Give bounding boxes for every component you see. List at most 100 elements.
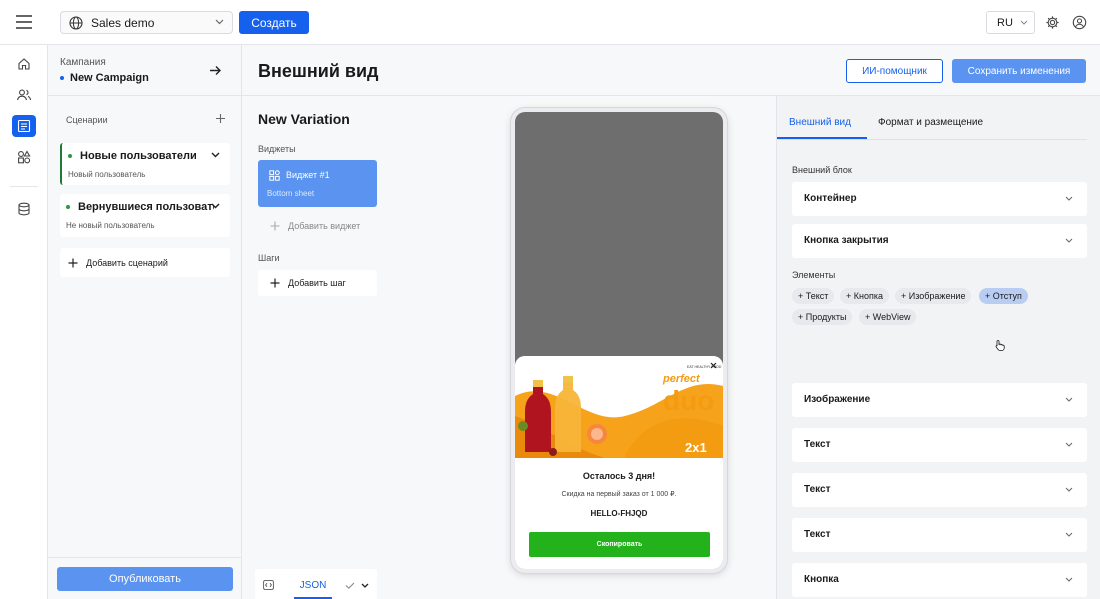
code-icon[interactable] — [263, 580, 274, 590]
steps-label: Шаги — [258, 253, 280, 263]
chevron-down-icon — [1065, 487, 1073, 492]
scenarios-label: Сценарии — [66, 115, 108, 125]
widget-card[interactable]: Виджет #1 Bottom sheet — [258, 160, 377, 207]
accordion-text-3[interactable]: Текст — [792, 518, 1087, 552]
campaign-name-text: New Campaign — [70, 72, 149, 84]
variation-title: New Variation — [258, 111, 350, 127]
home-icon[interactable] — [12, 53, 36, 75]
add-button-chip[interactable]: + Кнопка — [840, 288, 889, 304]
add-step-label: Добавить шаг — [288, 278, 346, 288]
add-step-button[interactable]: Добавить шаг — [258, 270, 377, 296]
chevron-down-icon[interactable] — [361, 583, 369, 588]
workspace-select[interactable]: Sales demo — [60, 11, 233, 34]
arrow-right-icon[interactable] — [209, 65, 222, 76]
accordion-button[interactable]: Кнопка — [792, 563, 1087, 597]
plus-icon — [68, 258, 78, 267]
chevron-down-icon[interactable] — [211, 152, 220, 158]
phone-preview: EAT HEALTHY FOOD perfect duo 2x1 Осталос… — [511, 108, 727, 573]
elements-label: Элементы — [792, 270, 836, 280]
promo-banner-image: EAT HEALTHY FOOD perfect duo 2x1 — [515, 356, 723, 458]
tab-format-placement[interactable]: Формат и размещение — [878, 117, 983, 128]
chevron-down-icon — [1065, 532, 1073, 537]
add-products-chip[interactable]: + Продукты — [792, 309, 853, 325]
campaign-dot — [60, 76, 64, 80]
add-spacer-chip[interactable]: + Отступ — [979, 288, 1028, 304]
accordion-image[interactable]: Изображение — [792, 383, 1087, 417]
check-icon — [345, 582, 355, 589]
widgets-label: Виджеты — [258, 144, 296, 154]
scenario-subtitle: Новый пользователь — [68, 170, 146, 179]
bottom-sheet-widget[interactable]: EAT HEALTHY FOOD perfect duo 2x1 Осталос… — [515, 356, 723, 569]
promo-code: HELLO-FHJQD — [590, 509, 648, 518]
campaigns-icon[interactable] — [12, 115, 36, 137]
add-widget-button[interactable]: Добавить виджет — [258, 213, 377, 239]
widget-title: Виджет #1 — [286, 170, 330, 180]
add-text-chip[interactable]: + Текст — [792, 288, 835, 304]
main-area: Внешний вид ИИ-помощник Сохранить измене… — [242, 45, 1100, 599]
chevron-down-icon[interactable] — [211, 203, 220, 209]
accordion-close-button[interactable]: Кнопка закрытия — [792, 224, 1087, 258]
copy-button[interactable]: Скопировать — [529, 532, 710, 557]
settings-panel: Внешний вид Формат и размещение Внешний … — [776, 96, 1100, 599]
workspace-name: Sales demo — [91, 15, 155, 30]
json-panel-bar: JSON — [255, 569, 377, 599]
chevron-down-icon — [215, 19, 224, 25]
banner-brand: perfect — [662, 373, 701, 385]
campaign-name[interactable]: New Campaign — [60, 72, 149, 84]
scenario-status-dot — [68, 154, 72, 158]
tab-appearance[interactable]: Внешний вид — [789, 117, 851, 128]
users-icon[interactable] — [12, 84, 36, 106]
banner-promo: 2x1 — [685, 440, 707, 455]
offer-subtitle: Скидка на первый заказ от 1 000 ₽. — [561, 491, 677, 498]
user-icon[interactable] — [1072, 15, 1087, 30]
publish-button[interactable]: Опубликовать — [57, 567, 233, 591]
save-changes-button[interactable]: Сохранить изменения — [952, 59, 1086, 83]
scenario-title: Вернувшиеся пользователи — [66, 201, 214, 213]
campaign-sidebar: Кампания New Campaign Сценарии Новые пол… — [48, 45, 242, 599]
scenario-status-dot — [66, 205, 70, 209]
page-title: Внешний вид — [258, 61, 379, 81]
tabs-divider — [777, 139, 1087, 140]
globe-icon — [69, 15, 83, 30]
chevron-down-icon — [1065, 577, 1073, 582]
scenario-card-returning-users[interactable]: Вернувшиеся пользователи Не новый пользо… — [60, 194, 230, 237]
plus-icon — [270, 221, 280, 231]
widget-subtitle: Bottom sheet — [267, 189, 315, 198]
create-button[interactable]: Создать — [239, 11, 309, 34]
language-select[interactable]: RU — [986, 11, 1035, 34]
language-value: RU — [997, 16, 1013, 29]
close-icon[interactable] — [710, 362, 717, 369]
menu-icon[interactable] — [14, 13, 34, 31]
json-tab[interactable]: JSON — [294, 569, 332, 599]
add-webview-chip[interactable]: + WebView — [859, 309, 917, 325]
add-scenario-button[interactable]: Добавить сценарий — [60, 248, 230, 277]
add-scenario-plus-icon[interactable] — [215, 113, 226, 124]
add-image-chip[interactable]: + Изображение — [895, 288, 972, 304]
accordion-text-2[interactable]: Текст — [792, 473, 1087, 507]
preview-screen: EAT HEALTHY FOOD perfect duo 2x1 Осталос… — [515, 112, 723, 569]
nav-rail — [0, 45, 48, 599]
accordion-container[interactable]: Контейнер — [792, 182, 1087, 216]
scenario-title: Новые пользователи — [68, 150, 216, 162]
settings-tabs: Внешний вид Формат и размещение — [777, 96, 1100, 140]
chevron-down-icon — [1065, 397, 1073, 402]
chevron-down-icon — [1065, 442, 1073, 447]
scenario-card-new-users[interactable]: Новые пользователи Новый пользователь — [60, 143, 230, 185]
add-scenario-label: Добавить сценарий — [86, 257, 168, 268]
add-widget-label: Добавить виджет — [288, 221, 361, 231]
chevron-down-icon — [1065, 196, 1073, 201]
sidebar-bottom-divider — [48, 557, 242, 558]
ai-assistant-button[interactable]: ИИ-помощник — [846, 59, 943, 83]
widgets-icon[interactable] — [12, 146, 36, 168]
scenario-subtitle: Не новый пользователь — [66, 221, 155, 230]
database-icon[interactable] — [12, 198, 36, 220]
top-bar: Sales demo Создать RU — [0, 0, 1100, 45]
accordion-text-1[interactable]: Текст — [792, 428, 1087, 462]
plus-icon — [270, 278, 280, 288]
outer-block-label: Внешний блок — [792, 165, 852, 175]
offer-title: Осталось 3 дня! — [582, 471, 656, 481]
gear-icon[interactable] — [1045, 15, 1060, 30]
campaign-label: Кампания — [60, 57, 106, 68]
chevron-down-icon — [1020, 20, 1028, 25]
sidebar-divider — [48, 95, 242, 96]
